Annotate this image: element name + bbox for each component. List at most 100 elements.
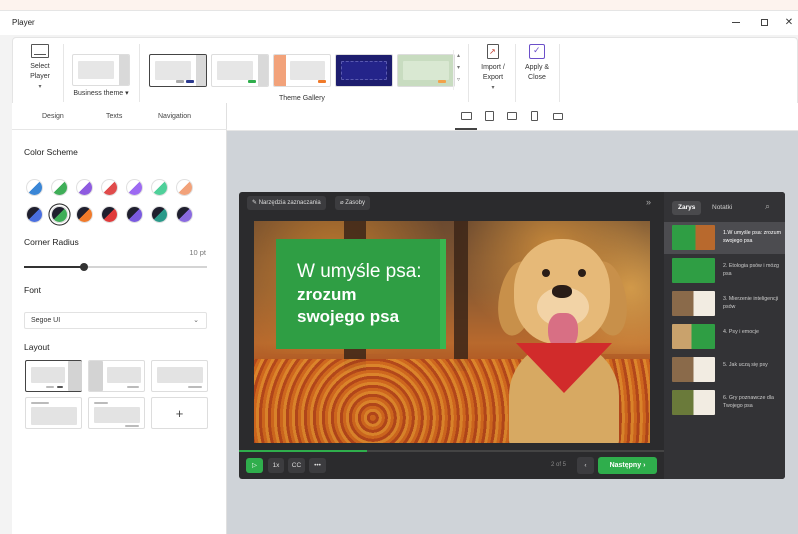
layout-option-3[interactable] bbox=[151, 360, 208, 392]
color-swatch[interactable] bbox=[176, 206, 193, 223]
chevron-up-icon[interactable]: ▴ bbox=[454, 50, 463, 62]
business-theme-dropdown[interactable]: Business theme ▾ bbox=[68, 89, 134, 99]
search-icon[interactable]: ⌕ bbox=[765, 201, 770, 212]
annotation-tools-button[interactable]: ✎ Narzędzia zaznaczania bbox=[247, 196, 326, 210]
outline-item[interactable]: 5. Jak uczą się psy bbox=[664, 354, 785, 386]
settings-panel: Design Texts Navigation Color Scheme Cor… bbox=[12, 103, 227, 534]
phone-portrait-icon[interactable] bbox=[531, 111, 538, 121]
layout-option-5[interactable] bbox=[88, 397, 145, 429]
outline-label: 2. Etologia psów i mózg psa bbox=[723, 263, 779, 277]
layout-option-4[interactable] bbox=[25, 397, 82, 429]
thumb-accent bbox=[186, 80, 194, 83]
theme-thumbnail-5[interactable] bbox=[397, 54, 455, 87]
preview-area: ✎ Narzędzia zaznaczania ⌀ Zasoby » W umy… bbox=[227, 103, 798, 534]
outline-thumbnail bbox=[672, 225, 715, 250]
resources-button[interactable]: ⌀ Zasoby bbox=[335, 196, 370, 210]
desktop-icon[interactable] bbox=[461, 112, 472, 120]
layout-content bbox=[94, 407, 140, 423]
import-export-button[interactable]: Import / Export ▾ bbox=[475, 44, 511, 93]
color-swatch[interactable] bbox=[126, 179, 143, 196]
color-swatch[interactable] bbox=[101, 179, 118, 196]
color-swatch[interactable] bbox=[76, 179, 93, 196]
theme-thumbnail-2[interactable] bbox=[211, 54, 269, 87]
color-swatch[interactable] bbox=[151, 179, 168, 196]
slider-thumb[interactable] bbox=[80, 263, 89, 271]
layout-option-1[interactable] bbox=[25, 360, 82, 392]
layout-sidebar bbox=[89, 361, 103, 391]
tab-texts[interactable]: Texts bbox=[106, 113, 122, 120]
tab-outline[interactable]: Zarys bbox=[672, 201, 702, 215]
speed-button[interactable]: 1x bbox=[268, 458, 284, 473]
layout-title: Layout bbox=[24, 342, 50, 352]
outline-thumbnail bbox=[672, 357, 715, 382]
layout-sidebar bbox=[68, 361, 82, 391]
color-swatch[interactable] bbox=[126, 206, 143, 223]
thumb-accent bbox=[318, 80, 326, 83]
slide-title-line-1: W umyśle psa: bbox=[297, 261, 422, 282]
apply-close-button[interactable]: Apply & Close bbox=[519, 44, 555, 83]
business-theme-thumbnail[interactable] bbox=[72, 54, 130, 86]
outline-item[interactable]: 1.W umyśle psa: zrozum swojego psa bbox=[664, 222, 785, 254]
dog-eye bbox=[578, 269, 586, 277]
corner-radius-value: 10 pt bbox=[189, 248, 206, 257]
outline-item[interactable]: 4. Psy i emocje bbox=[664, 321, 785, 353]
pen-icon: ✎ bbox=[252, 200, 259, 206]
color-swatch[interactable] bbox=[51, 206, 68, 223]
prev-button[interactable]: ‹ bbox=[577, 457, 594, 474]
progress-bar[interactable] bbox=[239, 450, 664, 452]
slide-title-card: W umyśle psa: zrozum swojego psa bbox=[276, 239, 446, 349]
progress-fill bbox=[239, 450, 367, 452]
player-icon bbox=[31, 44, 49, 58]
collapse-sidebar-icon[interactable]: » bbox=[646, 197, 651, 207]
play-button[interactable]: ▷ bbox=[246, 458, 263, 473]
corner-radius-slider[interactable] bbox=[24, 263, 207, 271]
color-swatch[interactable] bbox=[176, 179, 193, 196]
business-theme-label: Business theme bbox=[73, 90, 124, 97]
chevron-down-icon[interactable]: ▾ bbox=[454, 62, 463, 74]
color-swatch[interactable] bbox=[26, 179, 43, 196]
apply-close-label: Apply & Close bbox=[524, 64, 550, 81]
layout-bar bbox=[127, 386, 139, 388]
close-button[interactable]: ✕ bbox=[775, 11, 798, 33]
color-swatch[interactable] bbox=[26, 206, 43, 223]
chevron-down-icon: ▾ bbox=[125, 90, 129, 97]
expand-gallery-icon[interactable]: ▿ bbox=[454, 74, 463, 86]
select-player-button[interactable]: Select Player ▾ bbox=[23, 44, 57, 92]
thumb-sidebar bbox=[274, 55, 286, 86]
more-button[interactable]: ••• bbox=[309, 458, 326, 473]
outline-item[interactable]: 3. Mierzenie inteligencji psów bbox=[664, 288, 785, 320]
color-swatch[interactable] bbox=[151, 206, 168, 223]
minimize-button[interactable] bbox=[722, 11, 750, 33]
font-select[interactable]: Segoe UI ⌄ bbox=[24, 312, 207, 329]
tablet-portrait-icon[interactable] bbox=[485, 111, 494, 121]
next-button[interactable]: Następny › bbox=[598, 457, 657, 474]
theme-thumbnail-1[interactable] bbox=[149, 54, 207, 87]
chevron-left-icon: ‹ bbox=[584, 462, 587, 469]
tab-navigation[interactable]: Navigation bbox=[158, 113, 191, 120]
color-swatch[interactable] bbox=[101, 206, 118, 223]
layout-bar bbox=[188, 386, 202, 388]
select-player-label: Select Player bbox=[30, 63, 50, 80]
outline-label: 3. Mierzenie inteligencji psów bbox=[723, 296, 779, 310]
color-swatch[interactable] bbox=[51, 179, 68, 196]
golden-retriever-image bbox=[492, 221, 644, 443]
add-layout-button[interactable]: + bbox=[151, 397, 208, 429]
gallery-scroller[interactable]: ▴ ▾ ▿ bbox=[453, 50, 463, 90]
phone-landscape-icon[interactable] bbox=[553, 113, 563, 120]
red-bandana bbox=[516, 343, 612, 393]
player-window: Player ✕ Select Player ▾ Business theme … bbox=[0, 10, 798, 534]
maximize-button[interactable] bbox=[750, 11, 778, 33]
color-swatch[interactable] bbox=[76, 206, 93, 223]
outline-item[interactable]: 2. Etologia psów i mózg psa bbox=[664, 255, 785, 287]
theme-thumbnail-4[interactable] bbox=[335, 54, 393, 87]
theme-thumbnail-3[interactable] bbox=[273, 54, 331, 87]
tablet-landscape-icon[interactable] bbox=[507, 112, 517, 120]
tab-design[interactable]: Design bbox=[42, 113, 64, 120]
tab-notes[interactable]: Notatki bbox=[706, 201, 738, 215]
thumb-content bbox=[217, 61, 253, 80]
layout-option-2[interactable] bbox=[88, 360, 145, 392]
captions-button[interactable]: CC bbox=[288, 458, 305, 473]
chevron-down-icon: ▾ bbox=[38, 84, 42, 90]
player-sidebar: Zarys Notatki ⌕ 1.W umyśle psa: zrozum s… bbox=[664, 192, 785, 479]
outline-item[interactable]: 6. Gry poznawcze dla Twojego psa bbox=[664, 387, 785, 419]
